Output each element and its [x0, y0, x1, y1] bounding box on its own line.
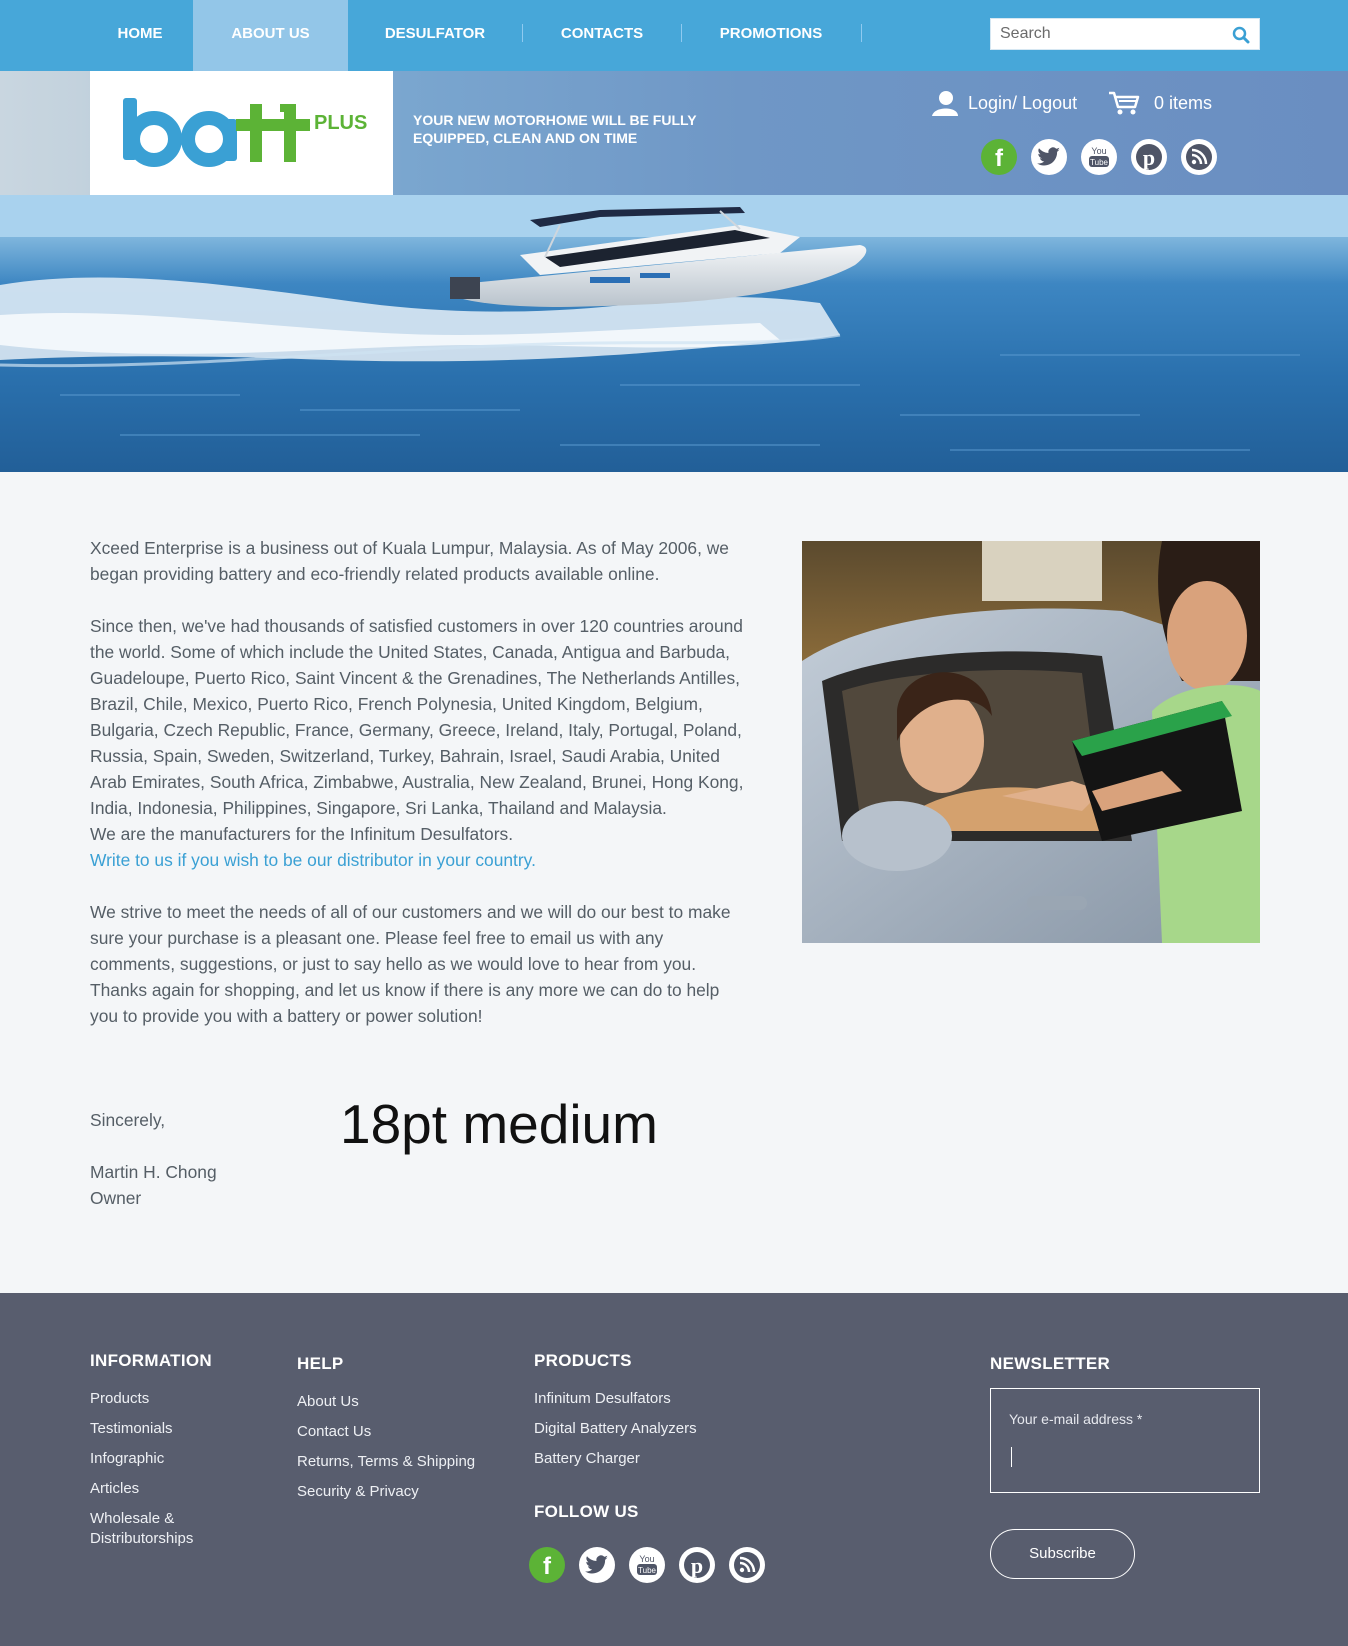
svg-text:p: p: [1143, 145, 1155, 170]
footer: INFORMATION Products Testimonials Infogr…: [0, 1293, 1348, 1646]
manufacturer-text: We are the manufacturers for the Infinit…: [90, 824, 514, 844]
twitter-icon[interactable]: [579, 1547, 615, 1583]
footer-link-contact-us[interactable]: Contact Us: [297, 1422, 475, 1442]
rss-icon[interactable]: [1181, 139, 1217, 175]
logo[interactable]: PLUS: [90, 71, 393, 195]
svg-text:Tube: Tube: [1090, 158, 1108, 167]
pinterest-icon[interactable]: p: [1131, 139, 1167, 175]
signer-name: Martin H. Chong: [90, 1162, 217, 1182]
nav-divider: [522, 24, 523, 42]
footer-social-icons: f You Tube p: [529, 1547, 765, 1583]
footer-link-digital-battery-analyzers[interactable]: Digital Battery Analyzers: [534, 1419, 697, 1439]
youtube-icon[interactable]: You Tube: [629, 1547, 665, 1583]
intro-paragraph: Xceed Enterprise is a business out of Ku…: [90, 538, 729, 584]
footer-link-infinitum-desulfators[interactable]: Infinitum Desulfators: [534, 1389, 697, 1409]
facebook-icon[interactable]: f: [981, 139, 1017, 175]
nav-desulfator[interactable]: DESULFATOR: [364, 0, 506, 71]
email-placeholder: Your e-mail address *: [1009, 1411, 1143, 1427]
nav-divider: [861, 24, 862, 42]
footer-link-articles[interactable]: Articles: [90, 1479, 220, 1499]
header-tagline: YOUR NEW MOTORHOME WILL BE FULLY EQUIPPE…: [413, 112, 697, 146]
nav-promotions[interactable]: PROMOTIONS: [698, 0, 844, 71]
footer-heading-help: HELP: [297, 1354, 344, 1373]
logo-plus-text: PLUS: [314, 112, 368, 134]
cart-link[interactable]: 0 items: [1108, 90, 1212, 116]
footer-link-infographic[interactable]: Infographic: [90, 1449, 220, 1469]
search-input[interactable]: [991, 19, 1221, 49]
footer-link-battery-charger[interactable]: Battery Charger: [534, 1449, 697, 1469]
footer-link-wholesale[interactable]: Wholesale & Distributorships: [90, 1509, 220, 1549]
woman-in-car-handshake-image: [802, 541, 1260, 943]
speedboat-on-sea-image: [0, 195, 1348, 472]
distributor-link[interactable]: Write to us if you wish to be our distri…: [90, 850, 536, 870]
search-box: [990, 18, 1260, 50]
login-label: Login/ Logout: [968, 92, 1078, 113]
signer-title: Owner: [90, 1188, 142, 1208]
about-us-text: Xceed Enterprise is a business out of Ku…: [90, 535, 750, 1055]
nav-about-us[interactable]: ABOUT US: [193, 0, 348, 71]
footer-products: PRODUCTS Infinitum Desulfators Digital B…: [534, 1351, 697, 1479]
search-icon[interactable]: [1232, 26, 1250, 44]
footer-link-about-us[interactable]: About Us: [297, 1392, 475, 1412]
sincerely-text: Sincerely,: [90, 1110, 166, 1130]
svg-text:f: f: [543, 1553, 552, 1580]
nav-home[interactable]: HOME: [90, 0, 190, 71]
car-handshake-photo: [802, 541, 1260, 943]
text-cursor: [1011, 1447, 1012, 1467]
login-logout-link[interactable]: Login/ Logout: [930, 90, 1077, 116]
pinterest-icon[interactable]: p: [679, 1547, 715, 1583]
signature-block: Sincerely, Martin H. Chong Owner: [90, 1107, 217, 1211]
top-navigation: HOME ABOUT US DESULFATOR CONTACTS PROMOT…: [0, 0, 1348, 71]
footer-link-security[interactable]: Security & Privacy: [297, 1482, 475, 1502]
customers-countries-text: Since then, we've had thousands of satis…: [90, 616, 744, 818]
facebook-icon[interactable]: f: [529, 1547, 565, 1583]
footer-heading-information: INFORMATION: [90, 1351, 212, 1370]
nav-divider: [681, 24, 682, 42]
svg-text:Tube: Tube: [638, 1566, 656, 1575]
footer-information: INFORMATION Products Testimonials Infogr…: [90, 1351, 220, 1559]
newsletter-email-field[interactable]: Your e-mail address *: [990, 1388, 1260, 1493]
header-social-icons: f You Tube p: [981, 139, 1217, 175]
footer-heading-newsletter: NEWSLETTER: [990, 1354, 1111, 1373]
footer-newsletter: NEWSLETTER: [990, 1354, 1110, 1392]
footer-heading-follow-us: FOLLOW US: [534, 1502, 639, 1521]
subscribe-button[interactable]: Subscribe: [990, 1529, 1135, 1579]
nav-contacts[interactable]: CONTACTS: [536, 0, 668, 71]
svg-text:f: f: [995, 145, 1004, 172]
svg-text:p: p: [691, 1553, 703, 1578]
hero-banner-image: [0, 195, 1348, 472]
svg-text:You: You: [639, 1554, 654, 1564]
cart-icon: [1109, 91, 1140, 115]
customers-paragraph: Since then, we've had thousands of satis…: [90, 613, 750, 873]
footer-link-returns[interactable]: Returns, Terms & Shipping: [297, 1452, 475, 1472]
footer-link-testimonials[interactable]: Testimonials: [90, 1419, 220, 1439]
font-size-annotation: 18pt medium: [340, 1093, 658, 1155]
footer-heading-products: PRODUCTS: [534, 1351, 632, 1370]
svg-text:You: You: [1091, 146, 1106, 156]
footer-follow-us: FOLLOW US: [534, 1502, 639, 1540]
rss-icon[interactable]: [729, 1547, 765, 1583]
closing-paragraph: We strive to meet the needs of all of ou…: [90, 902, 731, 1026]
cart-count: 0 items: [1154, 92, 1213, 113]
youtube-icon[interactable]: You Tube: [1081, 139, 1117, 175]
user-icon: [932, 91, 958, 116]
footer-help: HELP About Us Contact Us Returns, Terms …: [297, 1354, 475, 1512]
footer-link-products[interactable]: Products: [90, 1389, 220, 1409]
twitter-icon[interactable]: [1031, 139, 1067, 175]
